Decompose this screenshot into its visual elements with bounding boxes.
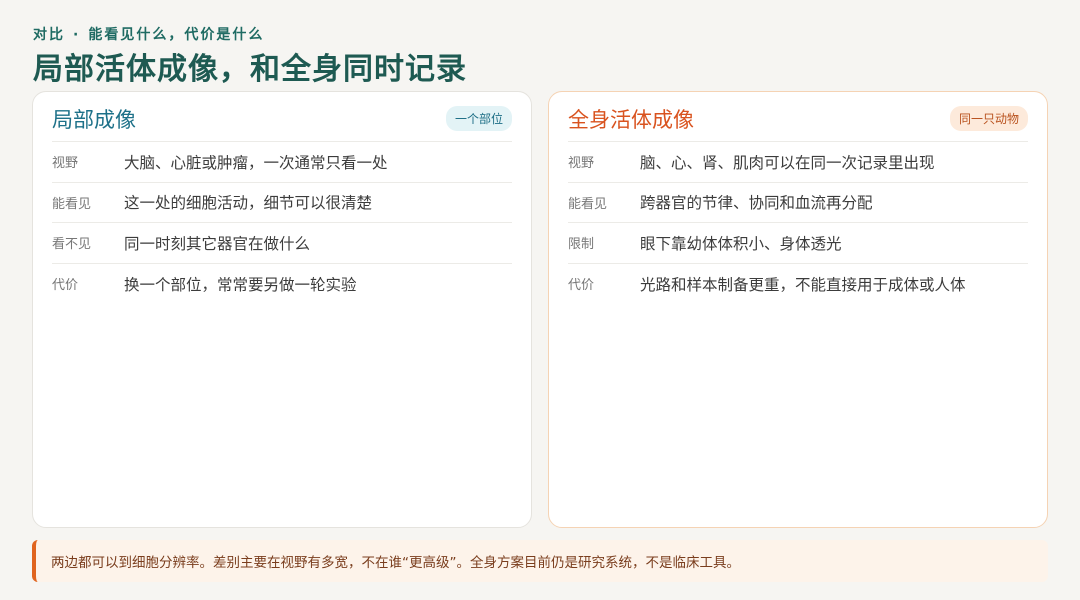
row-value: 眼下靠幼体体积小、身体透光	[640, 234, 842, 253]
eyebrow-topic: 对比	[33, 27, 65, 43]
eyebrow-subtitle: 能看见什么，代价是什么	[88, 27, 265, 43]
page-title: 局部活体成像，和全身同时记录	[33, 52, 467, 87]
local-imaging-card: 局部成像 一个部位 视野 大脑、心脏或肿瘤，一次通常只看一处 能看见 这一处的细…	[32, 91, 532, 528]
comparison-row: 视野 脑、心、肾、肌肉可以在同一次记录里出现	[568, 142, 1028, 183]
footnote-callout: 两边都可以到细胞分辨率。差别主要在视野有多宽，不在谁“更高级”。全身方案目前仍是…	[32, 540, 1048, 582]
row-value: 换一个部位，常常要另做一轮实验	[124, 275, 357, 294]
row-value: 这一处的细胞活动，细节可以很清楚	[124, 194, 373, 213]
row-value: 同一时刻其它器官在做什么	[124, 234, 311, 253]
row-value: 大脑、心脏或肿瘤，一次通常只看一处	[124, 153, 388, 172]
row-label: 限制	[568, 237, 595, 253]
card-title: 局部成像	[52, 107, 136, 132]
card-header: 全身活体成像 同一只动物	[568, 92, 1028, 142]
comparison-row: 代价 换一个部位，常常要另做一轮实验	[52, 264, 512, 305]
row-label: 视野	[52, 156, 79, 172]
row-label: 代价	[52, 278, 79, 294]
row-value: 脑、心、肾、肌肉可以在同一次记录里出现	[640, 153, 935, 172]
row-label: 代价	[568, 278, 595, 294]
row-label: 能看见	[52, 196, 92, 212]
row-value: 跨器官的节律、协同和血流再分配	[640, 194, 873, 213]
row-label: 能看见	[568, 196, 608, 212]
comparison-row: 代价 光路和样本制备更重，不能直接用于成体或人体	[568, 264, 1028, 305]
comparison-row: 能看见 跨器官的节律、协同和血流再分配	[568, 183, 1028, 223]
row-label: 视野	[568, 156, 595, 172]
row-value: 光路和样本制备更重，不能直接用于成体或人体	[640, 275, 966, 294]
comparison-row: 限制 眼下靠幼体体积小、身体透光	[568, 223, 1028, 264]
whole-body-imaging-card: 全身活体成像 同一只动物 视野 脑、心、肾、肌肉可以在同一次记录里出现 能看见 …	[548, 91, 1048, 528]
scope-badge: 一个部位	[445, 106, 512, 131]
comparison-row: 视野 大脑、心脏或肿瘤，一次通常只看一处	[52, 142, 512, 183]
eyebrow: 对比 · 能看见什么，代价是什么	[33, 24, 264, 44]
card-header: 局部成像 一个部位	[52, 92, 512, 142]
row-label: 看不见	[52, 237, 92, 253]
scope-badge: 同一只动物	[949, 106, 1028, 131]
footnote-text: 两边都可以到细胞分辨率。差别主要在视野有多宽，不在谁“更高级”。全身方案目前仍是…	[51, 555, 740, 571]
eyebrow-separator: ·	[73, 27, 81, 43]
card-title: 全身活体成像	[568, 107, 694, 132]
comparison-row: 看不见 同一时刻其它器官在做什么	[52, 223, 512, 264]
comparison-row: 能看见 这一处的细胞活动，细节可以很清楚	[52, 183, 512, 223]
